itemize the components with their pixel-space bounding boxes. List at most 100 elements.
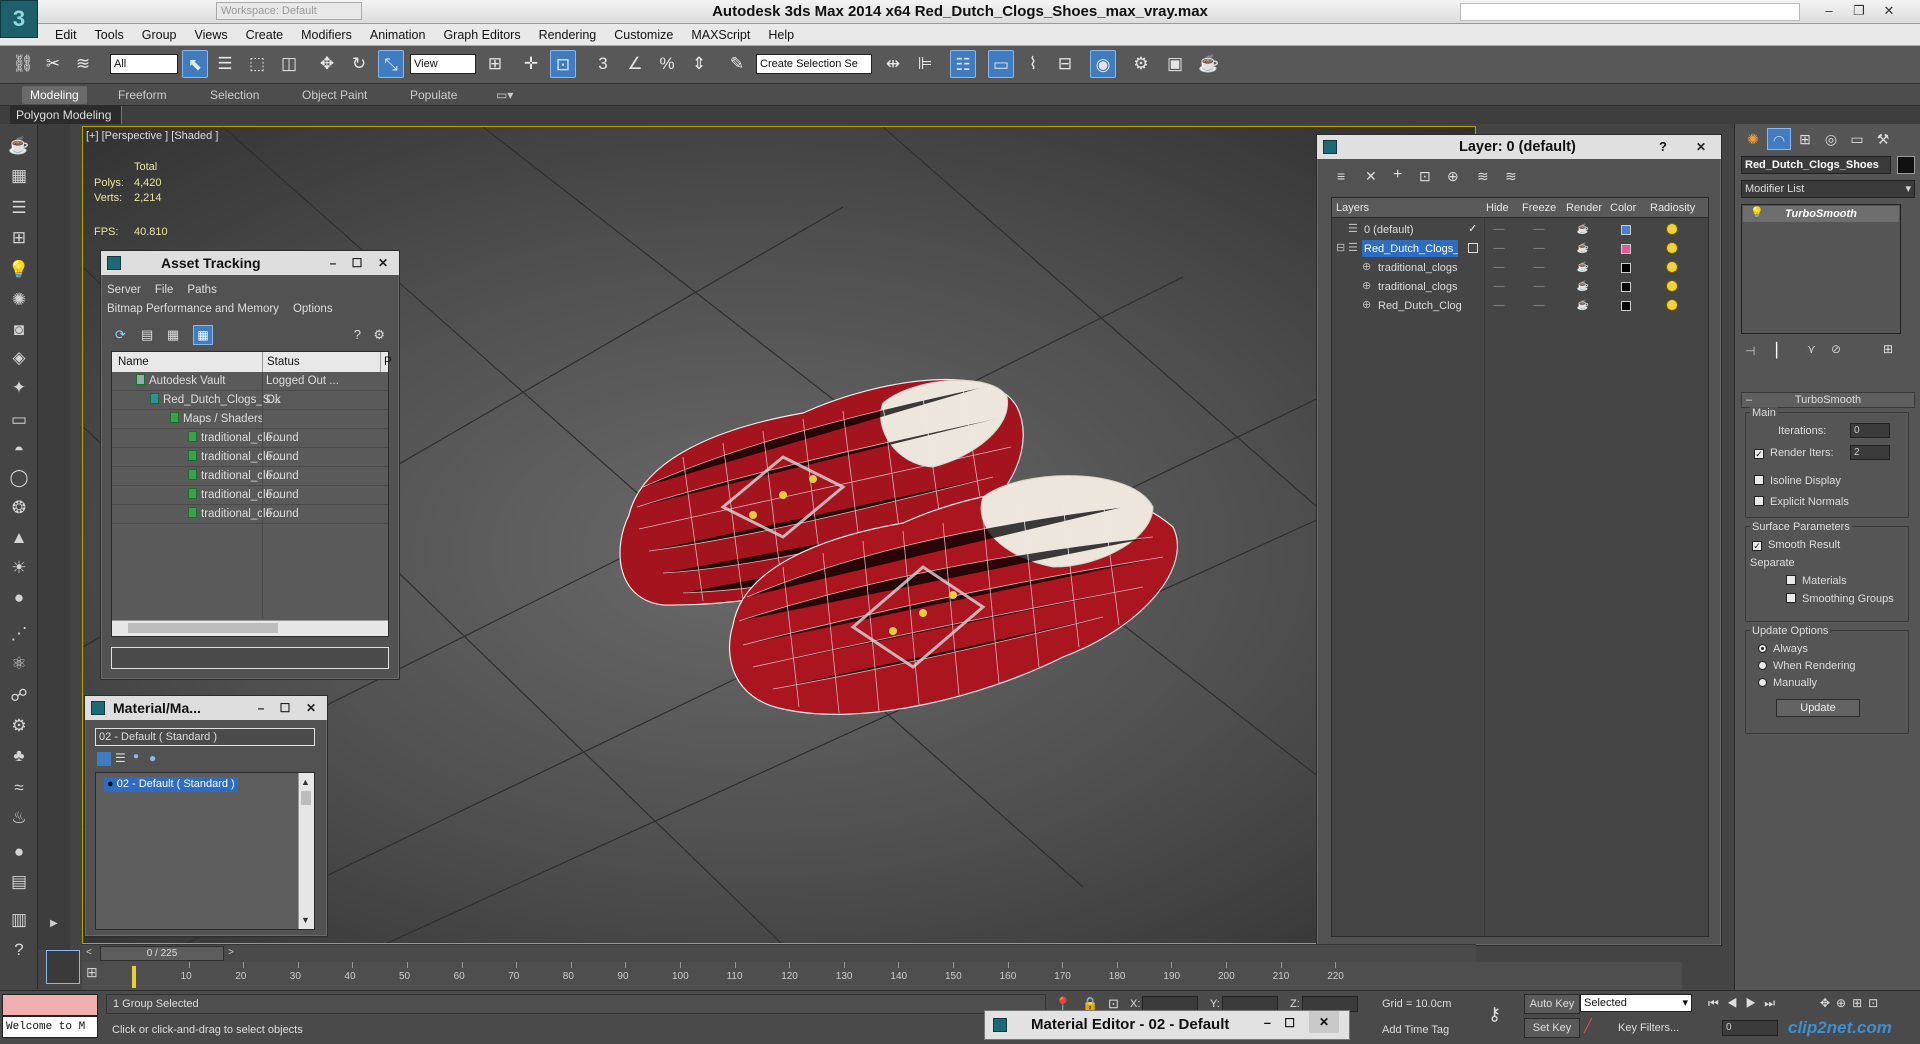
maximize-icon[interactable]: ☐ [275,699,295,717]
iterations-spinner[interactable]: 0 [1850,423,1890,438]
layer-manager-titlebar[interactable]: Layer: 0 (default) ? ✕ [1317,135,1721,159]
current-layer-box[interactable] [1468,243,1478,253]
detail-view-icon[interactable]: ▦ [167,327,179,343]
close-button[interactable]: ✕ [1878,2,1900,20]
snaps-toggle-icon[interactable]: 3 [590,50,616,78]
menu-customize[interactable]: Customize [605,24,682,46]
object-color-swatch[interactable] [1897,156,1915,174]
hide-toggle[interactable]: –– [1486,277,1512,296]
list-view-icon[interactable]: ▤ [141,327,153,343]
manually-radio[interactable]: Manually [1758,677,1817,689]
helper-icon[interactable]: ◈ [6,346,32,370]
materials-checkbox[interactable]: Materials [1786,575,1847,587]
hair-icon[interactable]: ≈ [6,776,32,800]
layer-color-swatch[interactable] [1621,244,1631,254]
maximize-icon[interactable]: ☐ [347,254,367,272]
motion-tab-icon[interactable]: ◎ [1819,128,1843,150]
radiosity-icon[interactable] [1666,223,1678,235]
auto-key-button[interactable]: Auto Key [1524,994,1580,1014]
column-status[interactable]: Status [262,352,300,372]
column-layers[interactable]: Layers [1336,198,1369,218]
column-hide[interactable]: Hide [1486,198,1509,218]
ribbon-tab-object-paint[interactable]: Object Paint [294,86,375,104]
bulb-icon[interactable]: 💡 [1750,206,1764,219]
current-frame-field[interactable]: 0 [1722,1020,1778,1036]
key-mode-dropdown[interactable]: Selected ▾ [1580,994,1692,1012]
create-layer-icon[interactable]: ≡ [1337,168,1345,184]
viewport-layout-thumbnail[interactable] [46,950,80,984]
ribbon-subtab-polygon-modeling[interactable]: Polygon Modeling [10,106,122,124]
expand-arrow-icon[interactable]: ▶ [50,918,58,929]
render-setup-icon[interactable]: ⚙ [1128,50,1154,78]
light-icon[interactable]: 💡 [6,258,32,282]
table-view-icon[interactable]: ▦ [193,325,213,345]
layer-object-row[interactable]: ⊕ Red_Dutch_Clog –– –– ☕ [1332,296,1708,315]
make-unique-icon[interactable]: ⋎ [1807,342,1816,356]
column-radiosity[interactable]: Radiosity [1650,198,1695,218]
pivot-center-icon[interactable]: ⊞ [482,50,508,78]
asset-row[interactable]: traditional_clo... Found [112,429,388,448]
isoline-display-checkbox[interactable]: Isoline Display [1754,475,1841,487]
select-in-layer-icon[interactable]: ⊡ [1419,168,1431,185]
reference-coordinate-dropdown[interactable]: View [410,54,476,74]
minimize-icon[interactable]: – [1264,1009,1271,1037]
ribbon-toggle-icon[interactable]: ▭ [988,50,1014,78]
bind-spacewarp-icon[interactable]: ≋ [70,50,96,78]
box-icon[interactable]: ▭ [6,408,32,432]
playback-controls[interactable]: ⏮◀▶⏭ [1708,996,1783,1011]
radiosity-icon[interactable] [1666,280,1678,292]
layer-color-swatch[interactable] [1621,225,1631,235]
ribbon-tab-modeling[interactable]: Modeling [22,86,87,104]
modify-tab-icon[interactable]: ◠ [1767,128,1791,150]
freeze-toggle[interactable]: –– [1526,239,1552,258]
material-explorer-titlebar[interactable]: Material/Ma... – ☐ ✕ [85,696,327,720]
column-path[interactable]: P [380,352,392,372]
render-production-icon[interactable]: ☕ [1196,50,1222,78]
radiosity-icon[interactable] [1666,261,1678,273]
asset-row[interactable]: traditional_clo... Found [112,505,388,524]
vertical-scrollbar[interactable]: ▲ ▼ [298,773,314,929]
key-icon[interactable]: ⚷ [1488,1004,1501,1025]
rectangular-selection-icon[interactable]: ⬚ [244,50,270,78]
close-icon[interactable]: ✕ [1691,138,1711,156]
layer-object-row[interactable]: ⊕ traditional_clogs –– –– ☕ [1332,277,1708,296]
camera-icon[interactable]: ◙ [6,318,32,342]
app-menu-logo-icon[interactable]: 3 [0,0,38,38]
configure-sets-icon[interactable]: ⊞ [1883,342,1893,356]
create-tab-icon[interactable]: ✺ [1741,128,1765,150]
cloth-icon[interactable]: ♨ [6,806,32,830]
time-slider[interactable]: < 0 / 225 > [82,944,1476,962]
hierarchy-tab-icon[interactable]: ⊞ [1793,128,1817,150]
horizontal-scrollbar[interactable] [112,620,388,636]
mirror-icon[interactable]: ⇹ [880,50,906,78]
material-editor-minimized[interactable]: Material Editor - 02 - Default – ☐ ✕ [984,1010,1350,1040]
material-editor-icon[interactable]: ◉ [1090,50,1116,78]
dynamics-icon[interactable]: ⚛ [6,652,32,676]
column-name[interactable]: Name [118,352,149,372]
render-teapot-icon[interactable]: ☕ [1570,220,1596,239]
add-to-layer-icon[interactable]: + [1393,166,1402,184]
render-teapot-icon[interactable]: ☕ [1570,258,1596,277]
pin-stack-icon[interactable]: ⊣ [1745,344,1755,358]
batch-icon[interactable]: ▥ [6,908,32,932]
time-marker[interactable] [132,966,136,988]
ribbon-tab-populate[interactable]: Populate [402,86,465,104]
radiosity-icon[interactable] [1666,242,1678,254]
bone-icon[interactable]: ☍ [6,684,32,708]
highlight-layer-icon[interactable]: ⊕ [1447,168,1459,185]
named-selection-dropdown[interactable]: Create Selection Se [756,54,872,74]
when-rendering-radio[interactable]: When Rendering [1758,660,1856,672]
menu-maxscript[interactable]: MAXScript [682,24,759,46]
asset-tracking-titlebar[interactable]: Asset Tracking – ☐ ✕ [101,251,399,275]
current-layer-check-icon[interactable]: ✓ [1468,220,1477,239]
unlink-icon[interactable]: ✂ [40,50,66,78]
close-icon[interactable]: ✕ [301,699,321,717]
menu-modifiers[interactable]: Modifiers [292,24,361,46]
minimize-icon[interactable]: – [251,699,271,717]
maxscript-listener-input[interactable] [2,994,98,1016]
link-icon[interactable]: ⛓ [10,50,36,78]
rendered-frame-window-icon[interactable]: ▣ [1162,50,1188,78]
particles-icon[interactable]: ✦ [6,376,32,400]
calculator-icon[interactable]: ▤ [6,870,32,894]
frame-counter[interactable]: 0 / 225 [100,946,224,961]
